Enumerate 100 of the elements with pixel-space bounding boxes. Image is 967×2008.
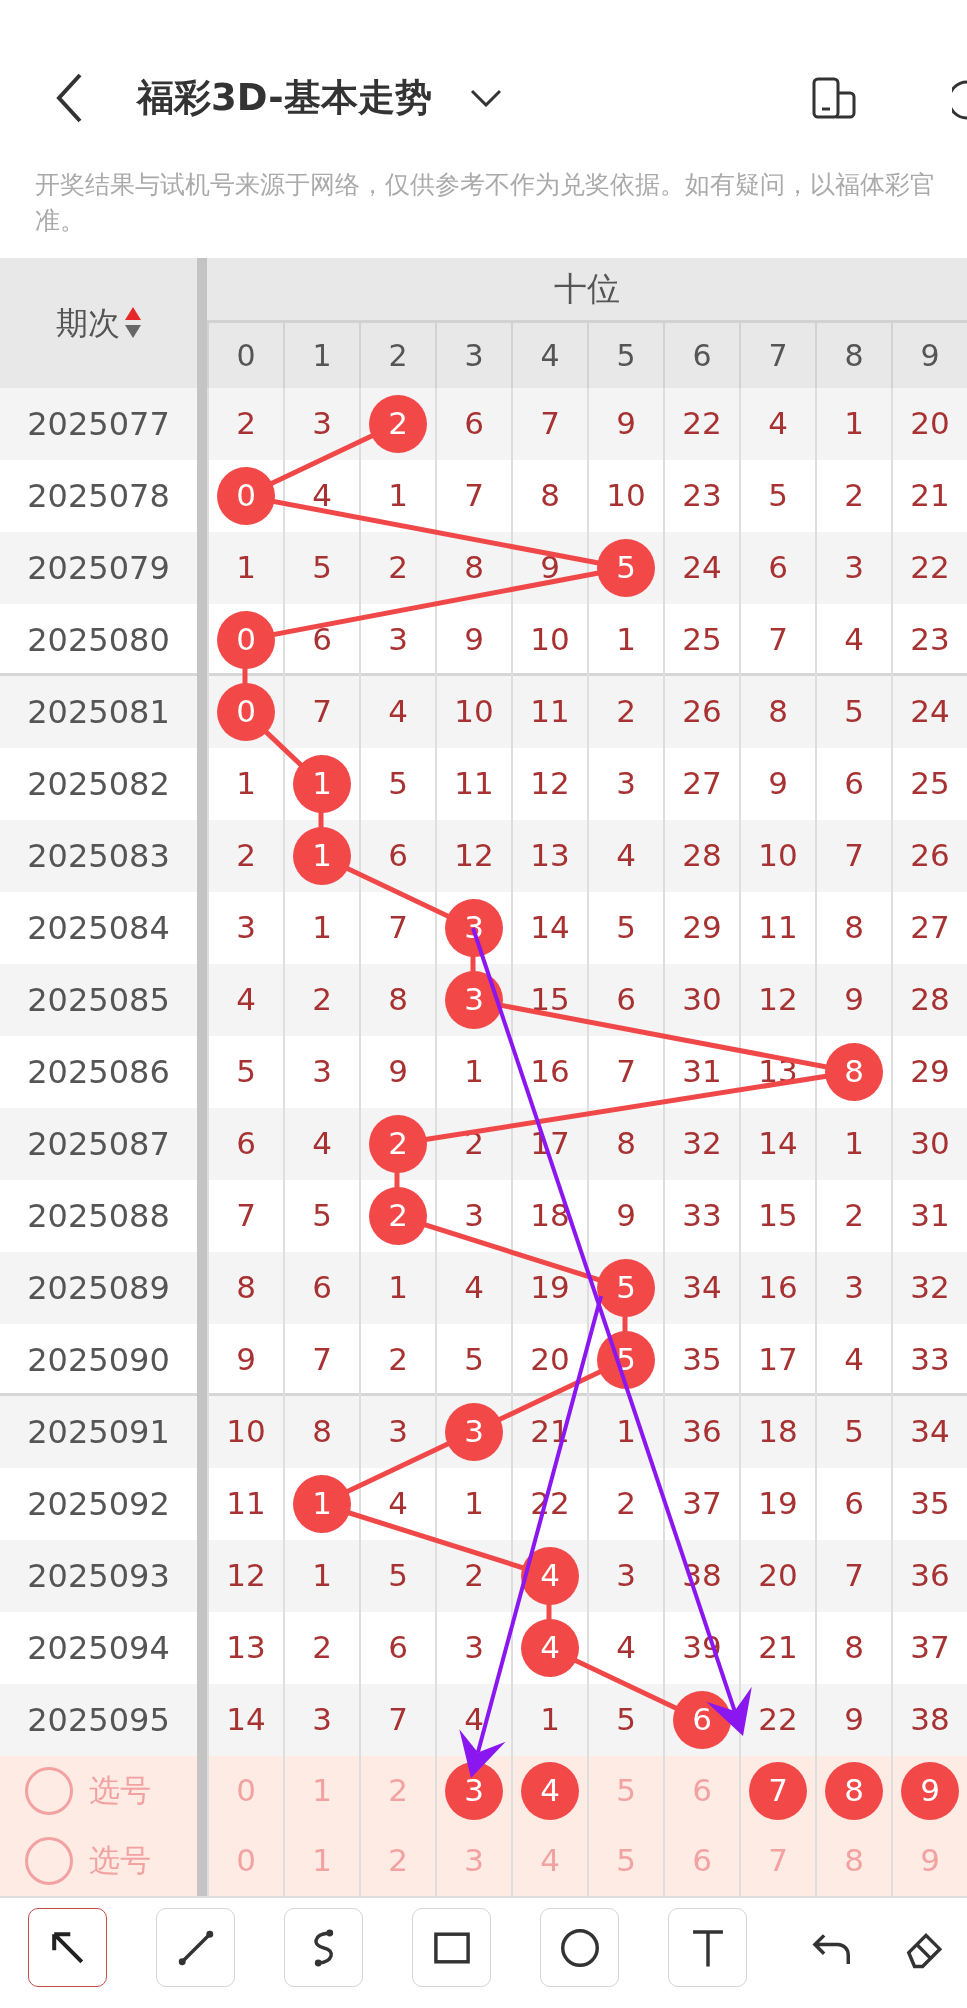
table-cell-text: 1 — [616, 620, 636, 660]
table-cell-text: 8 — [844, 908, 864, 948]
period-cell-text: 2025081 — [27, 691, 170, 733]
number-ball[interactable]: 3 — [445, 1761, 503, 1820]
table-cell-text: 6 — [844, 1484, 864, 1524]
table-cell-text: 4 — [844, 1340, 864, 1380]
table-cell-text: 12 — [758, 980, 798, 1020]
number-option[interactable]: 0 — [236, 1767, 256, 1814]
number-ball[interactable]: 4 — [521, 1761, 579, 1820]
table-cell-text: 1 — [388, 1268, 408, 1308]
text-tool-button[interactable] — [668, 1908, 747, 1987]
table-cell-text: 25 — [682, 620, 722, 660]
period-cell-text: 2025085 — [27, 979, 170, 1021]
number-ball: 1 — [293, 754, 351, 813]
number-option[interactable]: 2 — [388, 1837, 408, 1884]
dropdown-icon[interactable] — [469, 88, 502, 107]
table-cell-text: 2 — [616, 692, 636, 732]
period-cell-text: 2025092 — [27, 1483, 170, 1525]
number-ball: 3 — [445, 970, 503, 1029]
table-cell-text: 3 — [844, 1268, 864, 1308]
number-ball: 5 — [597, 1258, 655, 1317]
table-cell-text: 5 — [768, 476, 788, 516]
table-cell-text: 15 — [530, 980, 570, 1020]
table-cell-text: 3 — [464, 1628, 484, 1668]
table-cell-text: 12 — [454, 836, 494, 876]
table-cell-text: 35 — [682, 1340, 722, 1380]
table-cell-text: 1 — [844, 404, 864, 444]
table-cell-text: 13 — [226, 1628, 266, 1668]
table-cell-text: 7 — [768, 620, 788, 660]
table-cell-text: 14 — [530, 908, 570, 948]
number-ball: 2 — [369, 394, 427, 453]
table-cell-text: 8 — [768, 692, 788, 732]
table-cell-text: 5 — [236, 1052, 256, 1092]
table-cell-text: 9 — [236, 1340, 256, 1380]
table-cell-text: 7 — [616, 1052, 636, 1092]
number-option[interactable]: 7 — [768, 1837, 788, 1884]
number-option[interactable]: 8 — [844, 1837, 864, 1884]
number-ball[interactable]: 8 — [825, 1761, 883, 1820]
rectangle-tool-button[interactable] — [412, 1908, 491, 1987]
number-option[interactable]: 5 — [616, 1767, 636, 1814]
period-cell-text: 2025086 — [27, 1051, 170, 1093]
line-tool-button[interactable] — [156, 1908, 235, 1987]
number-option[interactable]: 1 — [312, 1767, 332, 1814]
arrow-tool-button[interactable] — [28, 1908, 107, 1987]
table-cell-text: 8 — [616, 1124, 636, 1164]
table-cell-text: 27 — [682, 764, 722, 804]
column-header: 1 — [283, 319, 359, 388]
sort-icon[interactable] — [123, 305, 142, 340]
number-ball: 6 — [673, 1690, 731, 1749]
table-cell-text: 32 — [682, 1124, 722, 1164]
period-cell-text: 2025084 — [27, 907, 170, 949]
table-cell-text: 34 — [910, 1412, 950, 1452]
table-cell-text: 2 — [844, 476, 864, 516]
number-option[interactable]: 3 — [464, 1837, 484, 1884]
table-cell-text: 7 — [388, 908, 408, 948]
table-cell-text: 6 — [312, 620, 332, 660]
circle-tool-button[interactable] — [540, 1908, 619, 1987]
table-cell-text: 26 — [910, 836, 950, 876]
number-option[interactable]: 6 — [692, 1837, 712, 1884]
number-option[interactable]: 2 — [388, 1767, 408, 1814]
table-cell-text: 37 — [910, 1628, 950, 1668]
number-option[interactable]: 0 — [236, 1837, 256, 1884]
device-icon[interactable] — [811, 76, 856, 119]
column-header: 8 — [815, 319, 891, 388]
table-cell-text: 4 — [464, 1268, 484, 1308]
number-option[interactable]: 4 — [540, 1837, 560, 1884]
number-option[interactable]: 9 — [920, 1837, 940, 1884]
table-cell-text: 23 — [682, 476, 722, 516]
table-cell-text: 7 — [540, 404, 560, 444]
number-ball: 4 — [521, 1618, 579, 1677]
column-group-header: 十位 — [554, 267, 620, 310]
radio-button[interactable] — [25, 1766, 73, 1815]
table-cell-text: 6 — [464, 404, 484, 444]
table-cell-text: 6 — [388, 836, 408, 876]
table-cell-text: 1 — [388, 476, 408, 516]
table-cell-text: 30 — [910, 1124, 950, 1164]
table-cell-text: 5 — [312, 1196, 332, 1236]
number-option[interactable]: 5 — [616, 1837, 636, 1884]
table-cell-text: 2 — [388, 1340, 408, 1380]
table-cell-text: 7 — [388, 1700, 408, 1740]
period-cell-text: 2025082 — [27, 763, 170, 805]
radio-button[interactable] — [25, 1836, 73, 1885]
table-cell-text: 5 — [464, 1340, 484, 1380]
back-icon[interactable] — [55, 71, 83, 124]
table-cell-text: 7 — [464, 476, 484, 516]
table-cell-text: 1 — [464, 1484, 484, 1524]
table-cell-text: 5 — [844, 1412, 864, 1452]
number-ball[interactable]: 7 — [749, 1761, 807, 1820]
table-cell-text: 9 — [844, 1700, 864, 1740]
table-cell-text: 24 — [910, 692, 950, 732]
table-cell-text: 11 — [758, 908, 798, 948]
table-cell-text: 28 — [910, 980, 950, 1020]
curve-tool-button[interactable] — [284, 1908, 363, 1987]
table-cell-text: 3 — [312, 1052, 332, 1092]
number-option[interactable]: 1 — [312, 1837, 332, 1884]
number-ball[interactable]: 9 — [901, 1761, 959, 1820]
table-cell-text: 3 — [464, 1196, 484, 1236]
table-cell-text: 33 — [910, 1340, 950, 1380]
table-cell-text: 36 — [910, 1556, 950, 1596]
number-option[interactable]: 6 — [692, 1767, 712, 1814]
